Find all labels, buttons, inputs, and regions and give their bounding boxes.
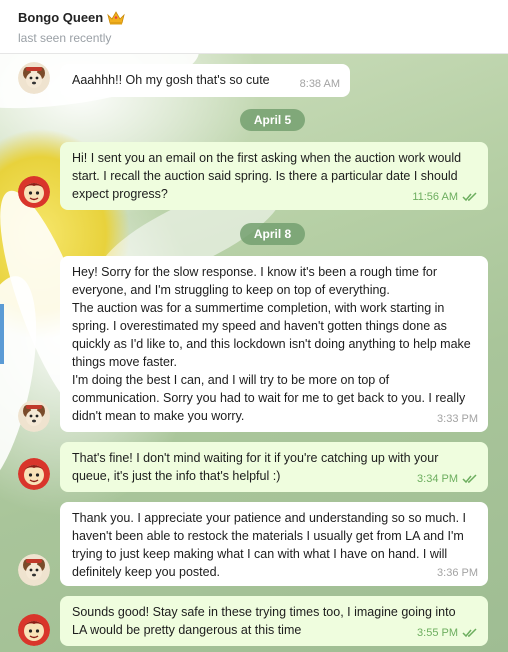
message-meta: 11:56 AM: [412, 188, 478, 206]
message-bubble[interactable]: That's fine! I don't mind waiting for it…: [60, 442, 488, 492]
double-check-icon: [462, 474, 477, 484]
message-bubble[interactable]: Thank you. I appreciate your patience an…: [60, 502, 488, 586]
message-text: Thank you. I appreciate your patience an…: [72, 511, 470, 579]
unread-indicator: [0, 304, 4, 364]
chat-title-row[interactable]: Bongo Queen: [18, 10, 125, 25]
message-meta: 3:55 PM: [417, 624, 478, 642]
message-text: Hey! Sorry for the slow response. I know…: [72, 265, 471, 423]
red-character-avatar-icon[interactable]: [18, 458, 50, 490]
crown-emoji-icon: [107, 10, 125, 24]
chat-title[interactable]: Bongo Queen: [18, 10, 103, 25]
message-meta: 3:34 PM: [417, 470, 478, 488]
message-time: 3:34 PM: [417, 473, 458, 485]
message-meta: 3:33 PM: [437, 410, 478, 428]
message-text: Sounds good! Stay safe in these trying t…: [72, 605, 460, 637]
message-bubble[interactable]: Hi! I sent you an email on the first ask…: [60, 142, 488, 210]
red-character-avatar-icon[interactable]: [18, 176, 50, 208]
message-time: 3:55 PM: [417, 627, 458, 639]
message-time: 8:38 AM: [299, 78, 340, 90]
dog-avatar-icon[interactable]: [18, 62, 50, 94]
message-bubble[interactable]: Sounds good! Stay safe in these trying t…: [60, 596, 488, 646]
date-separator: April 5: [240, 109, 305, 131]
date-separator: April 8: [240, 223, 305, 245]
message-bubble[interactable]: Hey! Sorry for the slow response. I know…: [60, 256, 488, 432]
red-character-avatar-icon[interactable]: [18, 614, 50, 646]
message-meta: 8:38 AM: [300, 75, 340, 93]
dog-avatar-icon[interactable]: [18, 554, 50, 586]
double-check-icon: [462, 192, 477, 202]
message-time: 3:36 PM: [437, 567, 478, 579]
message-text: Aaahhh!! Oh my gosh that's so cute: [72, 73, 270, 87]
dog-avatar-icon[interactable]: [18, 400, 50, 432]
message-meta: 3:36 PM: [437, 564, 478, 582]
message-bubble[interactable]: Aaahhh!! Oh my gosh that's so cute 8:38 …: [60, 64, 350, 97]
chat-status: last seen recently: [18, 31, 112, 45]
message-time: 3:33 PM: [437, 413, 478, 425]
message-time: 11:56 AM: [412, 191, 458, 203]
double-check-icon: [462, 628, 477, 638]
chat-background[interactable]: Aaahhh!! Oh my gosh that's so cute 8:38 …: [0, 54, 508, 652]
chat-header: Bongo Queen last seen recently: [0, 0, 508, 54]
